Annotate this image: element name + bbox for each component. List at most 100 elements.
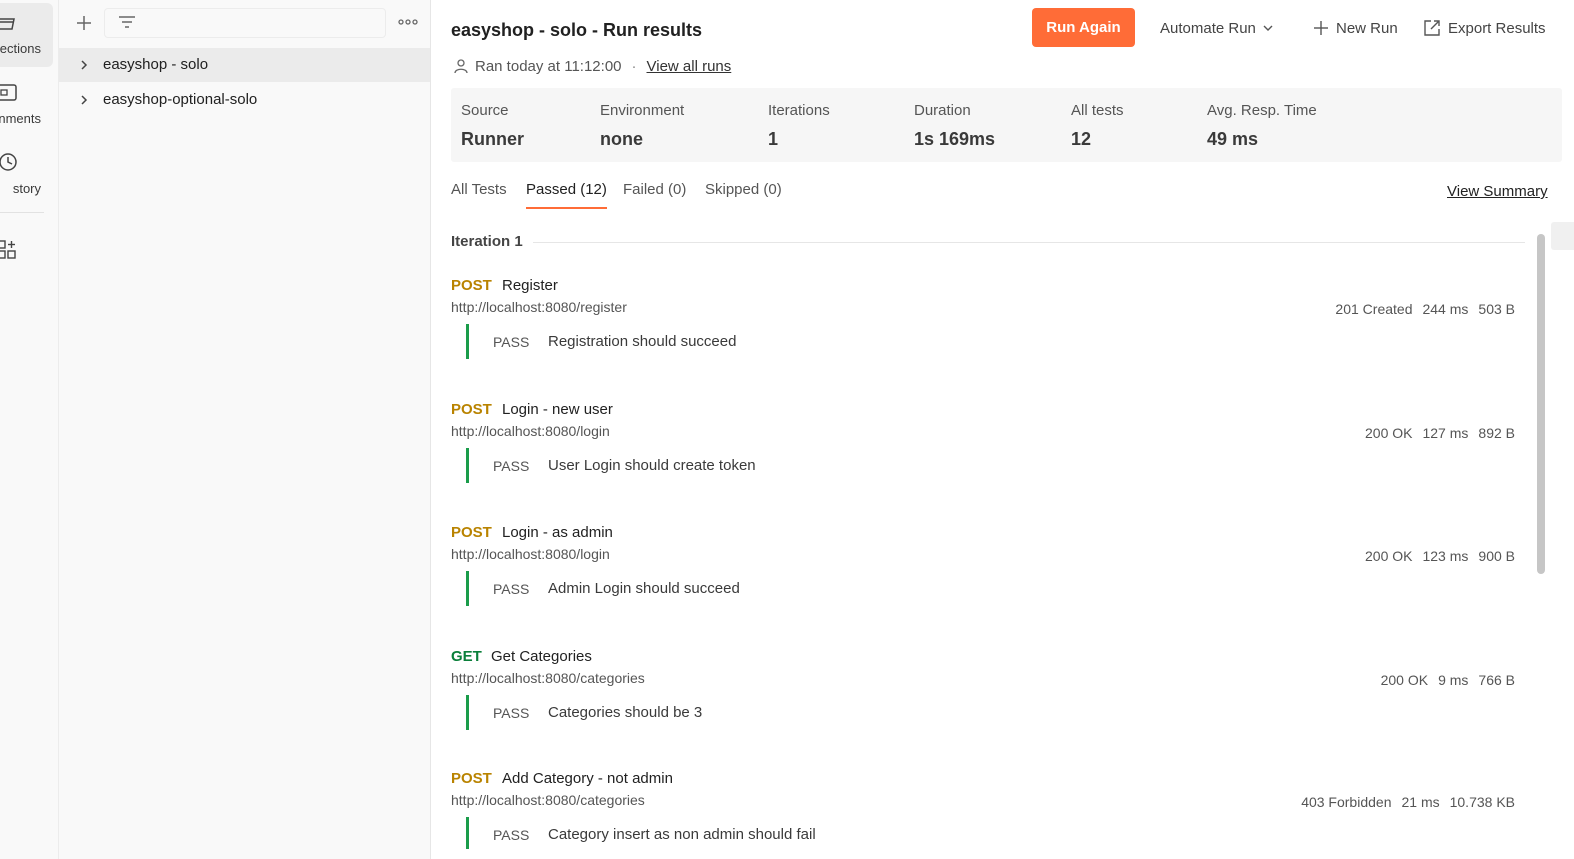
- tab-skipped[interactable]: Skipped (0): [705, 181, 782, 207]
- collections-icon: [0, 18, 15, 30]
- scrollbar-thumb[interactable]: [1537, 234, 1545, 574]
- pass-indicator: [466, 324, 469, 359]
- chevron-right-icon[interactable]: [78, 94, 90, 106]
- request-url: http://localhost:8080/register: [451, 299, 627, 315]
- request-name: Login - as admin: [502, 524, 613, 541]
- history-icon: [0, 153, 17, 171]
- tab-passed[interactable]: Passed (12): [526, 181, 607, 209]
- stat-iterations: Iterations 1: [768, 102, 830, 150]
- request-method: POST: [451, 277, 492, 294]
- response-size: 10.738 KB: [1449, 794, 1515, 810]
- request-method: POST: [451, 401, 492, 418]
- chevron-right-icon[interactable]: [78, 59, 90, 71]
- environments-icon: [0, 84, 17, 101]
- request-result[interactable]: GET Get Categories http://localhost:8080…: [451, 648, 1517, 748]
- response-size: 892 B: [1478, 425, 1515, 441]
- user-icon: [454, 59, 468, 74]
- response-time: 9 ms: [1438, 672, 1469, 688]
- response-size: 900 B: [1478, 548, 1515, 564]
- request-name: Register: [502, 277, 558, 294]
- add-collection-button[interactable]: [73, 12, 95, 34]
- rail-environments[interactable]: onments: [0, 73, 53, 137]
- request-url: http://localhost:8080/login: [451, 423, 610, 439]
- iteration-divider: [533, 242, 1525, 243]
- separator-dot: ·: [631, 57, 637, 75]
- pass-indicator: [466, 571, 469, 606]
- icon-rail: ections onments story: [0, 0, 59, 859]
- view-summary-link[interactable]: View Summary: [1447, 183, 1548, 200]
- page-title: easyshop - solo - Run results: [451, 20, 703, 40]
- request-name: Add Category - not admin: [502, 770, 673, 787]
- new-run-button[interactable]: New Run: [1312, 16, 1398, 40]
- chevron-down-icon: [1263, 25, 1273, 31]
- response-time: 123 ms: [1422, 548, 1469, 564]
- rail-divider: [0, 212, 44, 213]
- rail-label: onments: [0, 111, 41, 126]
- response-meta: 200 OK 9 ms 766 B: [1381, 672, 1515, 688]
- collection-item[interactable]: easyshop-optional-solo: [59, 83, 430, 117]
- request-name: Login - new user: [502, 401, 613, 418]
- request-result[interactable]: POST Register http://localhost:8080/regi…: [451, 277, 1517, 377]
- response-time: 21 ms: [1401, 794, 1440, 810]
- test-result-label: PASS: [493, 705, 530, 721]
- export-results-button[interactable]: Export Results: [1422, 16, 1546, 40]
- request-method: GET: [451, 648, 482, 665]
- filter-icon[interactable]: [117, 13, 137, 33]
- automate-run-button[interactable]: Automate Run: [1160, 16, 1274, 40]
- pass-indicator: [466, 817, 469, 849]
- collection-search-input[interactable]: [104, 8, 386, 38]
- ran-timestamp: Ran today at 11:12:00: [475, 57, 622, 75]
- stat-duration: Duration 1s 169ms: [914, 102, 995, 150]
- test-name: Category insert as non admin should fail: [548, 826, 816, 843]
- stat-value: 49 ms: [1207, 129, 1259, 149]
- response-time: 244 ms: [1422, 301, 1469, 317]
- plus-icon: [1314, 21, 1328, 35]
- collection-item[interactable]: easyshop - solo: [59, 48, 430, 82]
- response-status: 200 OK: [1365, 548, 1413, 564]
- results-scrollbar[interactable]: [1535, 232, 1545, 859]
- rail-label: ections: [0, 41, 41, 56]
- run-again-button[interactable]: Run Again: [1032, 8, 1135, 47]
- rail-apps[interactable]: [0, 226, 53, 290]
- export-results-label: Export Results: [1448, 19, 1546, 37]
- request-url: http://localhost:8080/categories: [451, 792, 645, 808]
- response-meta: 200 OK 123 ms 900 B: [1365, 548, 1515, 564]
- request-result[interactable]: POST Login - new user http://localhost:8…: [451, 401, 1517, 501]
- request-method: POST: [451, 524, 492, 541]
- stat-source: Source Runner: [461, 102, 524, 150]
- response-meta: 201 Created 244 ms 503 B: [1335, 301, 1515, 317]
- stat-label: Source: [461, 102, 509, 119]
- test-result-label: PASS: [493, 827, 530, 843]
- view-all-runs-link[interactable]: View all runs: [647, 58, 732, 75]
- collections-sidebar: easyshop - solo easyshop-optional-solo: [59, 0, 431, 859]
- pass-indicator: [466, 695, 469, 730]
- test-result-label: PASS: [493, 581, 530, 597]
- rail-collections[interactable]: ections: [0, 3, 53, 67]
- stat-value: Runner: [461, 129, 524, 149]
- more-options-icon[interactable]: [397, 14, 419, 30]
- response-status: 200 OK: [1365, 425, 1413, 441]
- test-name: Categories should be 3: [548, 704, 703, 721]
- request-result[interactable]: POST Login - as admin http://localhost:8…: [451, 524, 1517, 624]
- request-url: http://localhost:8080/categories: [451, 670, 645, 686]
- apps-icon: [0, 240, 16, 259]
- response-meta: 200 OK 127 ms 892 B: [1365, 425, 1515, 441]
- request-name: Get Categories: [491, 648, 592, 665]
- rail-history[interactable]: story: [0, 143, 53, 207]
- stat-value: 1s 169ms: [914, 129, 996, 149]
- response-status: 403 Forbidden: [1301, 794, 1392, 810]
- pass-indicator: [466, 448, 469, 483]
- stat-label: Iterations: [768, 102, 830, 119]
- stat-label: Avg. Resp. Time: [1207, 102, 1317, 119]
- response-status: 201 Created: [1335, 301, 1413, 317]
- tab-failed[interactable]: Failed (0): [623, 181, 686, 207]
- stat-label: Environment: [600, 102, 685, 119]
- test-result-label: PASS: [493, 458, 530, 474]
- side-panel-tab[interactable]: [1551, 222, 1574, 250]
- new-run-label: New Run: [1336, 19, 1398, 37]
- automate-run-label: Automate Run: [1160, 19, 1256, 37]
- request-result[interactable]: POST Add Category - not admin http://loc…: [451, 770, 1517, 859]
- run-info: Ran today at 11:12:00 · View all runs: [453, 57, 731, 75]
- stat-label: Duration: [914, 102, 971, 119]
- tab-all-tests[interactable]: All Tests: [451, 181, 507, 207]
